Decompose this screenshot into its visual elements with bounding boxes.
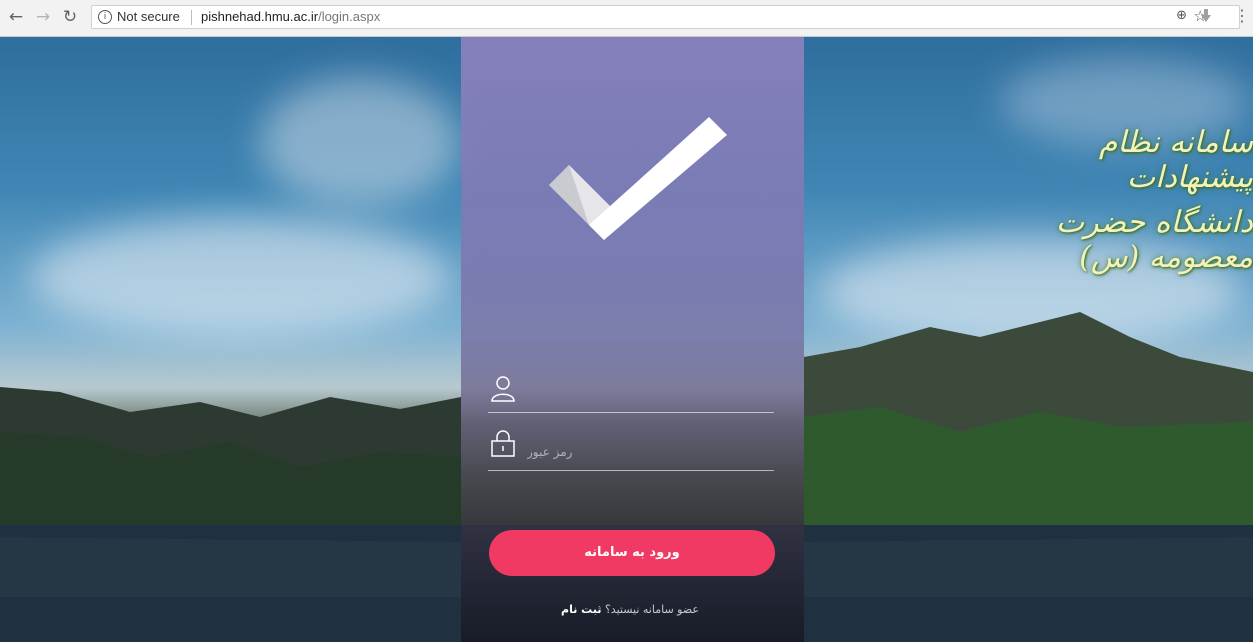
back-icon[interactable]: ← xyxy=(6,7,26,27)
url-path: /login.aspx xyxy=(318,9,381,24)
university-title: دانشگاه حضرت معصومه (س) xyxy=(1055,205,1253,275)
url-text[interactable]: pishnehad.hmu.ac.ir/login.aspx xyxy=(201,9,380,24)
reload-icon[interactable]: ↻ xyxy=(60,7,80,27)
register-link[interactable]: ثبت نام xyxy=(561,603,601,616)
register-row: عضو سامانه نیستید؟ ثبت نام xyxy=(540,603,720,616)
login-button[interactable]: ورود به سامانه xyxy=(489,530,775,576)
menu-icon[interactable]: ⋮ xyxy=(1234,8,1250,24)
security-status[interactable]: Not secure xyxy=(117,9,180,24)
password-input[interactable] xyxy=(525,440,774,464)
user-icon xyxy=(491,376,515,402)
password-underline xyxy=(488,470,774,471)
url-host: pishnehad.hmu.ac.ir xyxy=(201,9,319,24)
browser-toolbar: ← → ↻ i Not secure pishnehad.hmu.ac.ir/l… xyxy=(0,0,1253,37)
username-underline xyxy=(488,412,774,413)
separator xyxy=(191,10,192,25)
system-title: سامانه نظام پیشنهادات xyxy=(1098,125,1253,195)
register-prompt: عضو سامانه نیستید؟ xyxy=(604,603,699,616)
zoom-icon[interactable]: ⊕ xyxy=(1176,8,1187,23)
extension-icon[interactable] xyxy=(1201,9,1211,23)
lock-icon xyxy=(491,430,515,457)
forward-icon[interactable]: → xyxy=(33,7,53,27)
checkmark-logo-icon xyxy=(549,117,727,240)
info-icon[interactable]: i xyxy=(98,10,112,24)
username-input[interactable] xyxy=(525,380,774,404)
address-bar[interactable]: i Not secure pishnehad.hmu.ac.ir/login.a… xyxy=(91,5,1240,29)
